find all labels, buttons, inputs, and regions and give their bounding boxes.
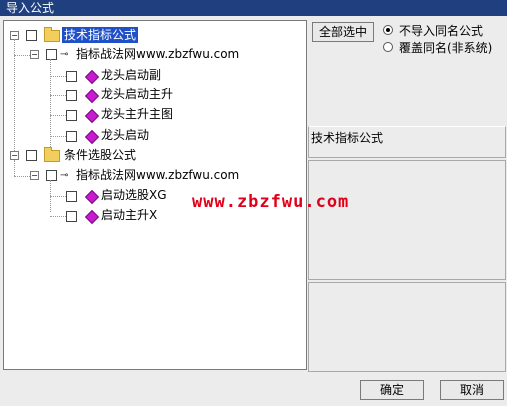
checkbox[interactable] <box>26 30 37 41</box>
folder-icon <box>44 27 60 42</box>
tree-node-group-1[interactable]: − ⊸ 指标战法网www.zbzfwu.com <box>4 46 304 64</box>
formula-icon <box>84 88 100 104</box>
tree-leaf-label[interactable]: 龙头启动主升 <box>101 86 173 102</box>
title-bar: 导入公式 <box>0 0 507 16</box>
checkbox[interactable] <box>66 211 77 222</box>
tree-line <box>50 216 66 217</box>
tree-leaf[interactable]: 龙头启动副 <box>4 67 304 85</box>
description-panel <box>308 160 506 280</box>
tree-leaf-label[interactable]: 启动选股XG <box>101 187 167 203</box>
radio-no-import-label[interactable]: 不导入同名公式 <box>399 22 483 39</box>
formula-icon <box>84 69 100 85</box>
radio-overwrite[interactable] <box>383 42 393 52</box>
tree-leaf-label[interactable]: 龙头主升主图 <box>101 106 173 122</box>
tree-node-group-2[interactable]: − ⊸ 指标战法网www.zbzfwu.com <box>4 167 304 185</box>
detail-panel <box>308 282 506 372</box>
radio-no-import[interactable] <box>383 25 393 35</box>
tree-label-condition[interactable]: 条件选股公式 <box>64 147 136 163</box>
checkbox[interactable] <box>66 110 77 121</box>
tree-line <box>50 196 66 197</box>
tree-leaf[interactable]: 龙头启动 <box>4 127 304 145</box>
tree-leaf-label[interactable]: 龙头启动 <box>101 127 149 143</box>
tree-line <box>50 95 66 96</box>
tree-line <box>50 136 66 137</box>
radio-overwrite-label[interactable]: 覆盖同名(非系统) <box>399 39 492 56</box>
formula-icon <box>84 129 100 145</box>
collapse-icon[interactable]: − <box>30 50 39 59</box>
tree-line <box>50 115 66 116</box>
tree-label-group-1[interactable]: 指标战法网www.zbzfwu.com <box>76 46 239 62</box>
dialog-client: − 技术指标公式 − ⊸ 指标战法网www.zbzfwu.com 龙头启动副 龙… <box>0 16 507 406</box>
cancel-button[interactable]: 取消 <box>440 380 504 400</box>
checkbox[interactable] <box>66 191 77 202</box>
info-header-panel: 技术指标公式 <box>308 126 506 158</box>
formula-icon <box>84 108 100 124</box>
folder-icon <box>44 147 60 162</box>
tree-label-group-2[interactable]: 指标战法网www.zbzfwu.com <box>76 167 239 183</box>
window-title: 导入公式 <box>6 1 55 15</box>
collapse-icon[interactable]: − <box>30 171 39 180</box>
checkbox[interactable] <box>46 170 57 181</box>
tree-leaf[interactable]: 龙头主升主图 <box>4 106 304 124</box>
collapse-icon[interactable]: − <box>10 151 19 160</box>
key-icon: ⊸ <box>60 49 69 60</box>
checkbox[interactable] <box>46 49 57 60</box>
bottom-strip <box>0 388 360 406</box>
tree-line <box>50 76 66 77</box>
formula-icon <box>84 189 100 205</box>
formula-icon <box>84 209 100 225</box>
key-icon: ⊸ <box>60 170 69 181</box>
tree-node-technical[interactable]: − 技术指标公式 <box>4 27 304 45</box>
tree-label-technical[interactable]: 技术指标公式 <box>62 27 139 43</box>
tree-leaf[interactable]: 龙头启动主升 <box>4 86 304 104</box>
watermark-text: www.zbzfwu.com <box>192 192 350 212</box>
tree-leaf-label[interactable]: 龙头启动副 <box>101 67 161 83</box>
select-all-button[interactable]: 全部选中 <box>312 22 374 42</box>
tree-node-condition[interactable]: − 条件选股公式 <box>4 147 304 165</box>
info-label: 技术指标公式 <box>311 131 384 145</box>
checkbox[interactable] <box>66 71 77 82</box>
checkbox[interactable] <box>66 131 77 142</box>
tree-leaf-label[interactable]: 启动主升X <box>101 207 157 223</box>
ok-button[interactable]: 确定 <box>360 380 424 400</box>
checkbox[interactable] <box>26 150 37 161</box>
checkbox[interactable] <box>66 90 77 101</box>
